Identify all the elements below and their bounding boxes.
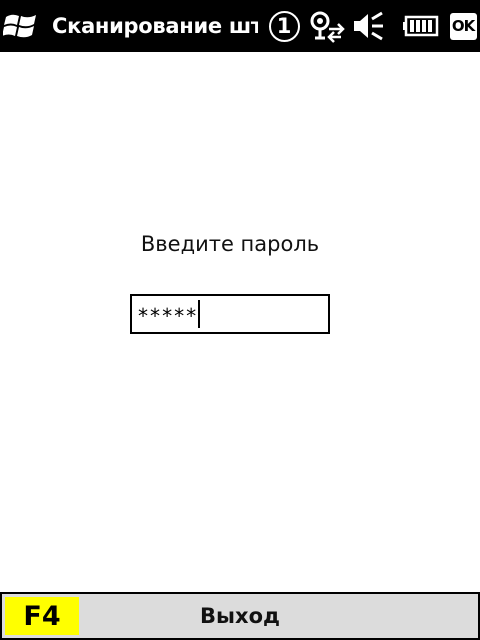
windows-start-icon[interactable] — [2, 8, 39, 44]
notification-count: 1 — [268, 10, 300, 42]
softkey-bar: F4 Выход — [0, 592, 480, 640]
device-screen: Сканирование штр 1 OK Введите пароль ***… — [0, 0, 480, 640]
password-value: ***** — [137, 304, 198, 328]
ok-label: OK — [449, 12, 477, 40]
notification-count-icon[interactable]: 1 — [266, 0, 302, 52]
exit-button[interactable]: Выход — [80, 594, 400, 638]
volume-mute-icon[interactable] — [350, 0, 386, 52]
connectivity-icon[interactable] — [306, 0, 346, 52]
password-field[interactable]: ***** — [130, 294, 330, 334]
ok-button[interactable]: OK — [448, 0, 478, 52]
f4-key-label: F4 — [5, 597, 79, 635]
password-prompt: Введите пароль — [140, 232, 320, 256]
text-caret — [198, 300, 201, 328]
window-title: Сканирование штр — [52, 14, 258, 38]
title-bar: Сканирование штр 1 OK — [0, 0, 480, 52]
battery-icon[interactable] — [402, 0, 442, 52]
